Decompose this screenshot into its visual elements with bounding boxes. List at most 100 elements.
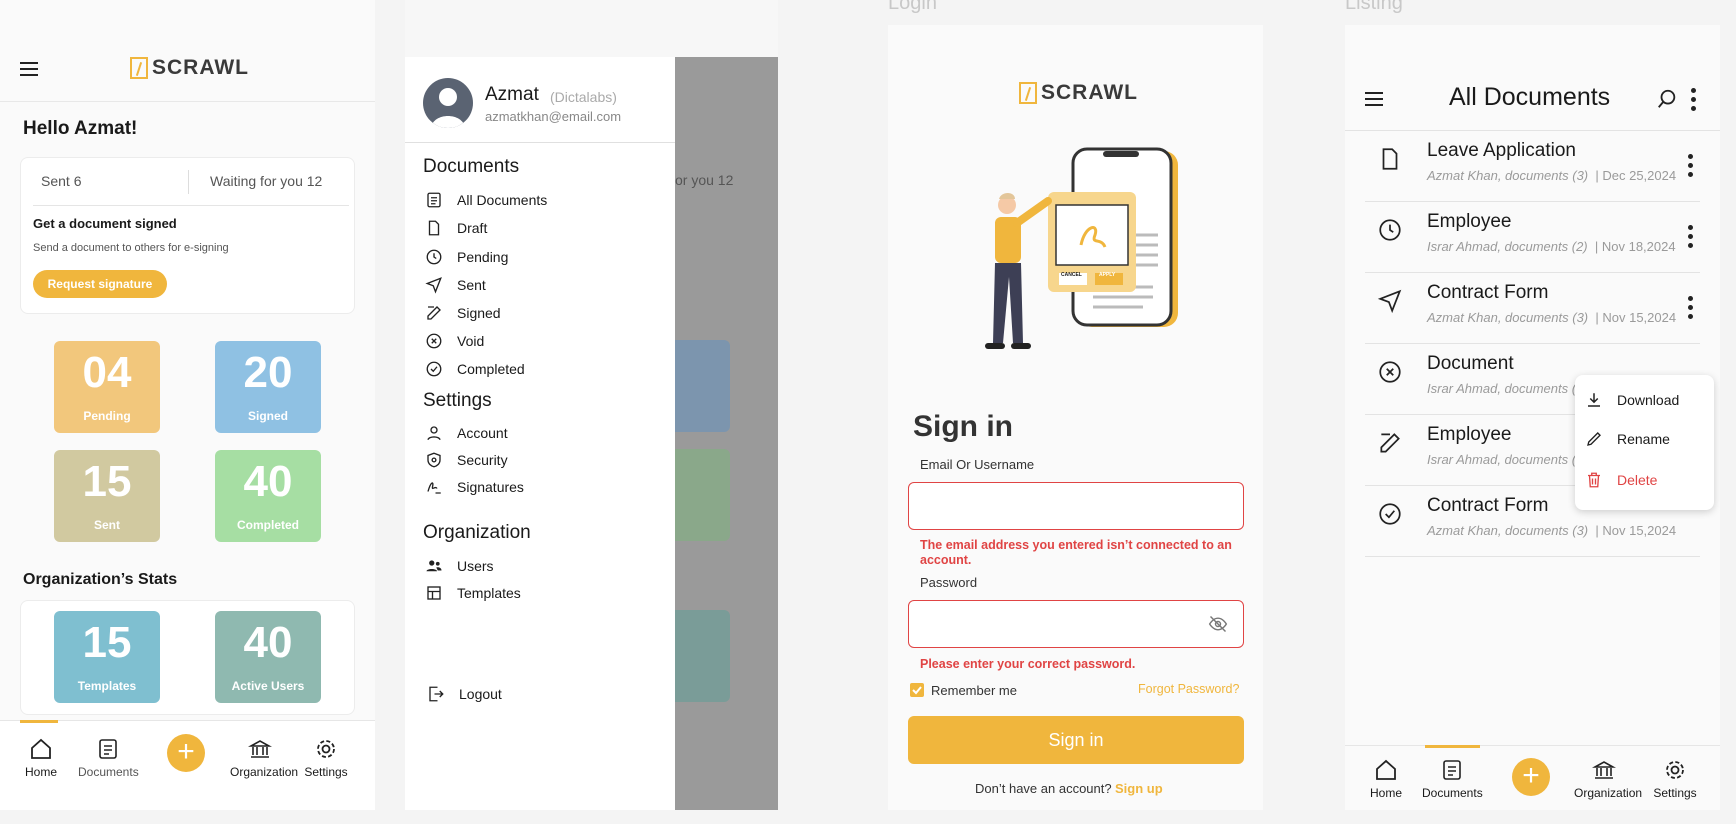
clock-icon — [425, 248, 443, 266]
drawer-top-gap — [405, 0, 778, 57]
email-field[interactable] — [908, 482, 1244, 530]
hamburger-icon[interactable] — [20, 62, 38, 76]
menu-templates[interactable]: Templates — [425, 584, 521, 602]
signup-link[interactable]: Sign up — [1115, 781, 1163, 796]
menu-account[interactable]: Account — [425, 424, 508, 442]
section-title-listing: Listing — [1345, 0, 1403, 14]
bg-tile — [675, 340, 730, 432]
shield-icon — [425, 451, 443, 469]
bg-waiting-text: or you 12 — [675, 172, 734, 188]
file-icon — [425, 219, 443, 237]
user-org: (Dictalabs) — [550, 89, 617, 105]
row-options-icon[interactable] — [1688, 225, 1694, 249]
signature-icon — [425, 478, 443, 496]
menu-delete[interactable]: Delete — [1585, 471, 1657, 489]
organization-heading: Organization — [423, 522, 531, 543]
clock-icon — [1377, 217, 1403, 243]
nav-label: Settings — [304, 765, 348, 779]
email-error: The email address you entered isn’t conn… — [920, 538, 1232, 567]
nav-home[interactable]: Home — [11, 737, 71, 779]
row-options-icon[interactable] — [1688, 154, 1694, 178]
stat-tile-sent[interactable]: 15 Sent — [54, 450, 160, 542]
document-title: Employee — [1427, 211, 1512, 232]
document-row[interactable]: Leave Application Azmat Khan, documents (… — [1365, 132, 1700, 202]
nav-organization[interactable]: Organization — [230, 737, 298, 779]
date-separator: | — [1588, 523, 1603, 538]
stat-label: Completed — [236, 518, 299, 532]
menu-download[interactable]: Download — [1585, 391, 1679, 409]
hamburger-icon[interactable] — [1365, 92, 1383, 106]
illustration-cancel: CANCEL — [1061, 272, 1082, 278]
document-meta: Azmat Khan, documents (3) | Nov 15,2024 — [1427, 310, 1676, 325]
menu-draft[interactable]: Draft — [425, 219, 487, 237]
avatar[interactable] — [423, 78, 473, 128]
send-icon — [425, 276, 443, 294]
menu-completed[interactable]: Completed — [425, 360, 525, 378]
stat-label: Templates — [77, 679, 137, 693]
row-options-icon[interactable] — [1688, 296, 1694, 320]
menu-sent[interactable]: Sent — [425, 276, 486, 294]
nav-home[interactable]: Home — [1356, 758, 1416, 800]
scrawl-logo: SCRAWL — [130, 56, 249, 80]
divider — [405, 142, 675, 143]
stat-tile-completed[interactable]: 40 Completed — [215, 450, 321, 542]
menu-signatures[interactable]: Signatures — [425, 478, 524, 496]
stat-tile-templates[interactable]: 15 Templates — [54, 611, 160, 703]
check-circle-icon — [425, 360, 443, 378]
menu-security[interactable]: Security — [425, 451, 508, 469]
stat-label: Active Users — [231, 679, 305, 693]
menu-void[interactable]: Void — [425, 332, 484, 350]
org-stats-title: Organization’s Stats — [23, 571, 178, 588]
menu-all-documents[interactable]: All Documents — [425, 191, 547, 209]
stat-value: 15 — [82, 618, 132, 667]
document-row[interactable]: Employee Israr Ahmad, documents (2) | Nov… — [1365, 203, 1700, 273]
search-icon[interactable] — [1656, 88, 1678, 110]
nav-organization[interactable]: Organization — [1574, 758, 1642, 800]
eye-off-icon[interactable] — [1207, 614, 1229, 634]
menu-signed[interactable]: Signed — [425, 304, 501, 322]
add-button[interactable]: + — [167, 734, 205, 772]
password-field[interactable] — [908, 600, 1244, 648]
logout-button[interactable]: Logout — [427, 685, 502, 703]
nav-documents[interactable]: Documents — [1422, 758, 1483, 800]
drawer-overlay[interactable]: or you 12 — [675, 57, 778, 810]
add-button[interactable]: + — [1512, 758, 1550, 796]
stat-tile-signed[interactable]: 20 Signed — [215, 341, 321, 433]
menu-label: Rename — [1617, 431, 1670, 447]
document-row[interactable]: Contract Form Azmat Khan, documents (3) |… — [1365, 274, 1700, 344]
scrawl-logo: SCRAWL — [1019, 81, 1138, 105]
menu-users[interactable]: Users — [425, 557, 494, 575]
nav-settings[interactable]: Settings — [296, 737, 356, 779]
tab-waiting[interactable]: Waiting for you 12 — [210, 173, 322, 189]
user-email: azmatkhan@email.com — [485, 109, 622, 124]
menu-label: Account — [457, 425, 508, 441]
stat-tile-pending[interactable]: 04 Pending — [54, 341, 160, 433]
document-date: Nov 15,2024 — [1602, 310, 1677, 325]
file-icon — [1377, 146, 1403, 172]
date-separator: | — [1588, 310, 1603, 325]
date-separator: | — [1587, 239, 1602, 254]
stat-tile-active-users[interactable]: 40 Active Users — [215, 611, 321, 703]
stat-value: 40 — [243, 457, 293, 506]
menu-rename[interactable]: Rename — [1585, 430, 1670, 448]
document-title: Contract Form — [1427, 282, 1549, 303]
bank-icon — [248, 737, 272, 761]
nav-label: Documents — [78, 765, 139, 779]
request-signature-button[interactable]: Request signature — [33, 270, 167, 298]
document-date: Dec 25,2024 — [1602, 168, 1677, 183]
document-owner: Azmat Khan, documents (3) — [1427, 523, 1589, 538]
nav-documents[interactable]: Documents — [78, 737, 139, 779]
menu-pending[interactable]: Pending — [425, 248, 508, 266]
stat-value: 15 — [82, 457, 132, 506]
bg-tile — [675, 449, 730, 541]
page-title: All Documents — [1449, 83, 1611, 111]
tab-sent[interactable]: Sent 6 — [41, 173, 81, 189]
signin-button[interactable]: Sign in — [908, 716, 1244, 764]
remember-checkbox[interactable] — [910, 683, 924, 697]
logout-icon — [427, 685, 445, 703]
more-options-icon[interactable] — [1691, 88, 1697, 112]
forgot-password-link[interactable]: Forgot Password? — [1138, 682, 1239, 696]
greeting: Hello Azmat! — [23, 118, 138, 139]
nav-settings[interactable]: Settings — [1645, 758, 1705, 800]
document-meta: Israr Ahmad, documents (2) | Nov 18,2024 — [1427, 239, 1676, 254]
